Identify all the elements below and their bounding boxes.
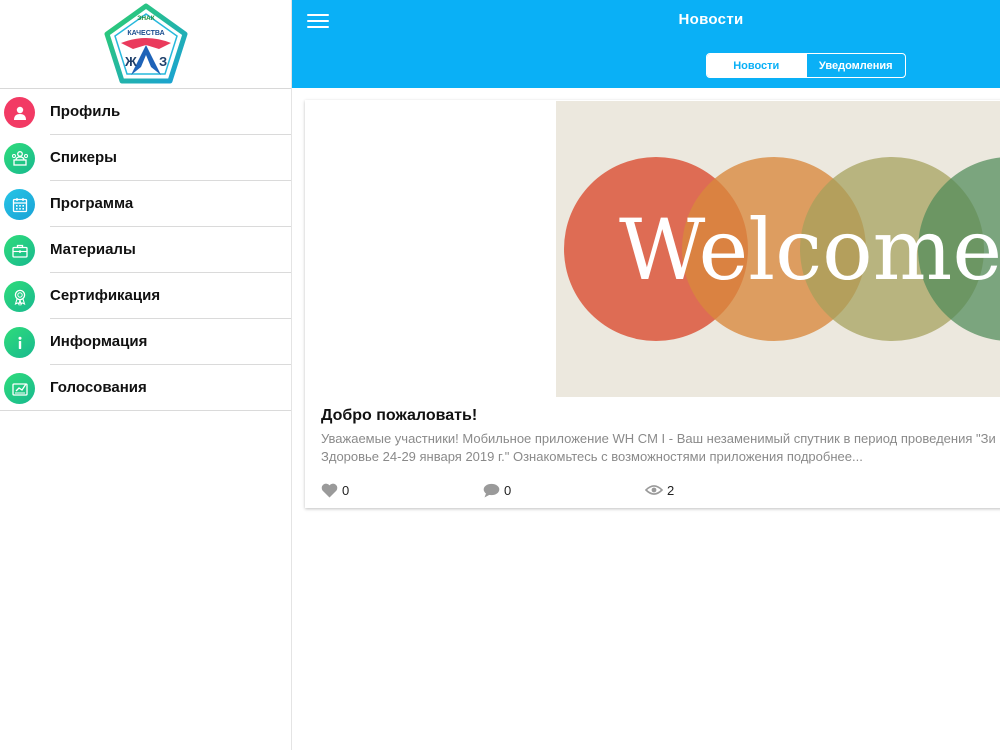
sidebar: ЗНАК КАЧЕСТВА Ж З Профиль Спикеры Програ…: [0, 0, 292, 750]
logo-letter-right: З: [159, 54, 167, 69]
sidebar-item-information[interactable]: Информация: [0, 319, 291, 365]
eye-icon: [645, 485, 663, 495]
sidebar-item-label: Информация: [50, 333, 148, 350]
news-excerpt-line-2: Здоровье 24-29 января 2019 г." Ознакомьт…: [321, 449, 863, 464]
like-counter[interactable]: 0: [321, 482, 349, 498]
logo-area: ЗНАК КАЧЕСТВА Ж З: [0, 0, 291, 89]
sidebar-item-label: Спикеры: [50, 149, 117, 166]
news-excerpt-line-1: Уважаемые участники! Мобильное приложени…: [321, 431, 996, 446]
sidebar-item-program[interactable]: Программа: [0, 181, 291, 227]
sidebar-item-speakers[interactable]: Спикеры: [0, 135, 291, 181]
sidebar-item-label: Профиль: [50, 103, 121, 120]
sidebar-item-voting[interactable]: Голосования: [0, 365, 291, 411]
speakers-icon: [4, 143, 35, 174]
vote-icon: [4, 373, 35, 404]
sidebar-item-label: Сертификация: [50, 287, 161, 304]
sidebar-item-label: Программа: [50, 195, 134, 212]
news-excerpt: Уважаемые участники! Мобильное приложени…: [321, 430, 1000, 466]
sidebar-item-label: Материалы: [50, 241, 136, 258]
comment-counter[interactable]: 0: [483, 482, 511, 498]
news-title: Добро пожаловать!: [321, 407, 478, 424]
view-counter: 2: [645, 482, 674, 498]
comment-count: 0: [504, 482, 512, 498]
sidebar-item-label: Голосования: [50, 379, 147, 396]
logo-sub-text: КАЧЕСТВА: [127, 30, 164, 37]
heart-icon: [321, 483, 338, 497]
comment-icon: [483, 483, 500, 497]
top-bar: Новости Новости Уведомления: [292, 0, 1000, 88]
logo-letter-left: Ж: [124, 54, 137, 69]
profile-icon: [4, 97, 35, 128]
sidebar-item-certification[interactable]: Сертификация: [0, 273, 291, 319]
news-image: Welcome: [556, 101, 1000, 397]
sidebar-item-profile[interactable]: Профиль: [0, 89, 291, 135]
view-count: 2: [667, 482, 675, 498]
sidebar-menu: Профиль Спикеры Программа Материалы Серт…: [0, 89, 291, 411]
certificate-icon: [4, 281, 35, 312]
welcome-text: Welcome: [619, 201, 1000, 299]
news-card[interactable]: Welcome Добро пожаловать! Уважаемые учас…: [305, 100, 1000, 508]
tab-news[interactable]: Новости: [707, 54, 806, 77]
tab-switcher: Новости Уведомления: [706, 53, 906, 78]
info-icon: [4, 327, 35, 358]
sidebar-item-materials[interactable]: Материалы: [0, 227, 291, 273]
calendar-icon: [4, 189, 35, 220]
page-title: Новости: [678, 11, 744, 28]
logo-top-text: ЗНАК: [137, 15, 154, 22]
app-logo: ЗНАК КАЧЕСТВА Ж З: [104, 3, 187, 84]
like-count: 0: [342, 482, 350, 498]
tab-notifications[interactable]: Уведомления: [805, 54, 906, 77]
briefcase-icon: [4, 235, 35, 266]
news-feed: Welcome Добро пожаловать! Уважаемые учас…: [292, 88, 1000, 750]
